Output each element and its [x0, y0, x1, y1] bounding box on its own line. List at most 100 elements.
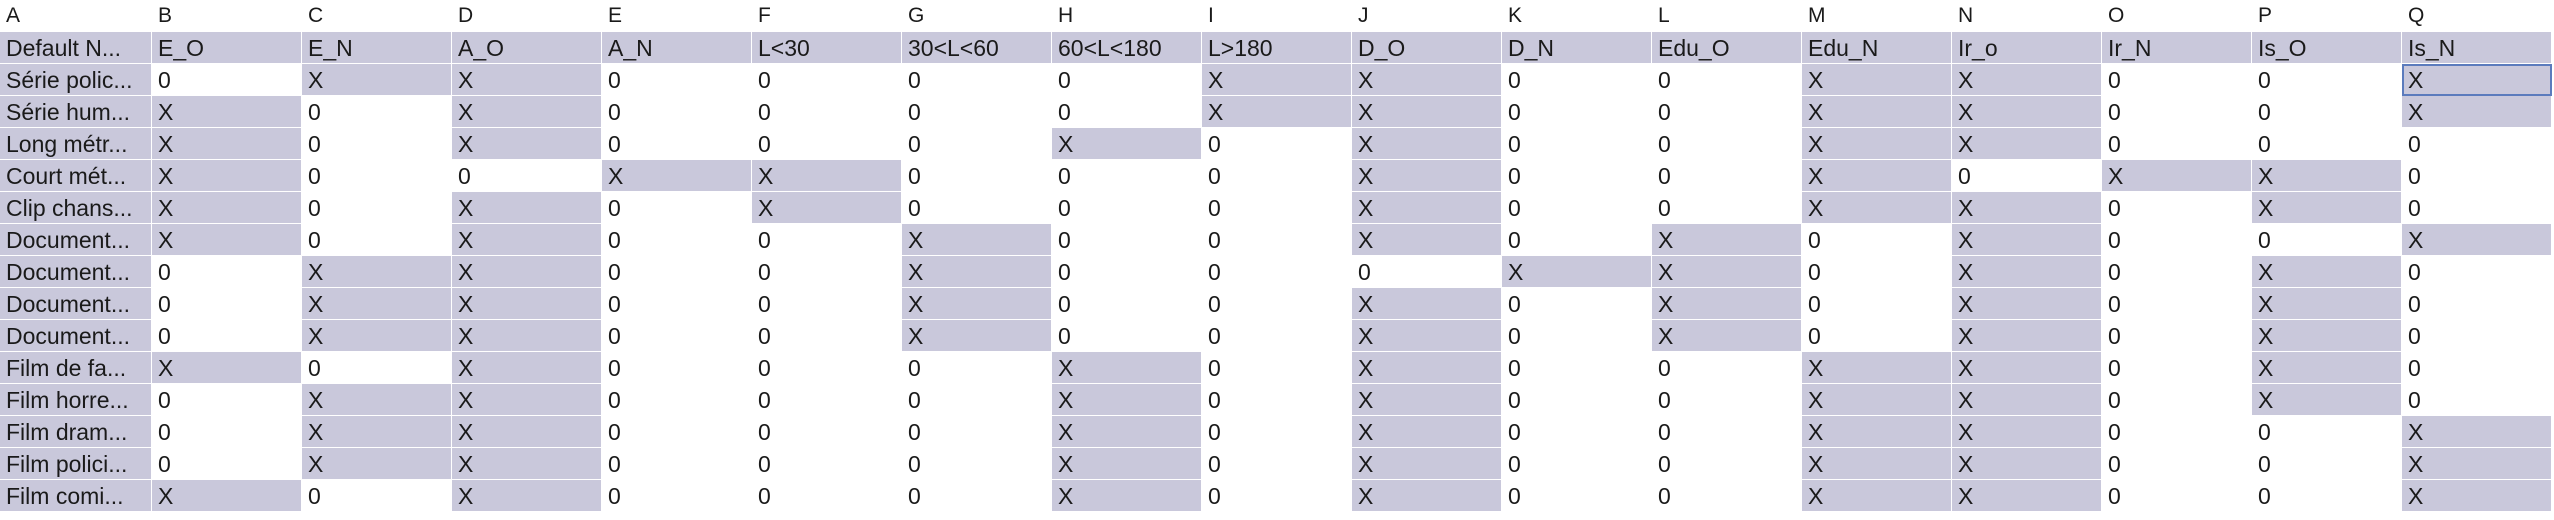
- data-cell[interactable]: X: [2252, 192, 2402, 224]
- data-cell[interactable]: X: [452, 480, 602, 512]
- data-cell[interactable]: 0: [1952, 160, 2102, 192]
- data-cell[interactable]: 0: [602, 224, 752, 256]
- data-cell[interactable]: 0: [152, 64, 302, 96]
- data-cell[interactable]: X: [302, 288, 452, 320]
- data-cell[interactable]: X: [452, 192, 602, 224]
- data-cell[interactable]: X: [1352, 64, 1502, 96]
- data-cell[interactable]: 0: [1052, 64, 1202, 96]
- data-cell[interactable]: X: [1952, 192, 2102, 224]
- corner-label-cell[interactable]: Default N...: [0, 32, 152, 64]
- header-label-cell[interactable]: A_O: [452, 32, 602, 64]
- data-cell[interactable]: X: [602, 160, 752, 192]
- data-cell[interactable]: 0: [902, 128, 1052, 160]
- data-cell[interactable]: 0: [2252, 224, 2402, 256]
- data-cell[interactable]: 0: [1202, 416, 1352, 448]
- data-cell[interactable]: 0: [1502, 128, 1652, 160]
- data-cell[interactable]: 0: [902, 64, 1052, 96]
- data-cell[interactable]: 0: [902, 352, 1052, 384]
- data-cell[interactable]: 0: [1652, 160, 1802, 192]
- data-cell[interactable]: 0: [752, 96, 902, 128]
- data-cell[interactable]: 0: [1052, 224, 1202, 256]
- data-cell[interactable]: 0: [752, 256, 902, 288]
- data-cell[interactable]: 0: [2252, 64, 2402, 96]
- header-label-cell[interactable]: L<30: [752, 32, 902, 64]
- data-cell[interactable]: 0: [152, 384, 302, 416]
- row-label-cell[interactable]: Clip chans...: [0, 192, 152, 224]
- data-cell[interactable]: 0: [452, 160, 602, 192]
- data-cell[interactable]: X: [1202, 64, 1352, 96]
- data-cell[interactable]: X: [452, 352, 602, 384]
- data-cell[interactable]: 0: [2402, 256, 2552, 288]
- data-cell[interactable]: 0: [2102, 480, 2252, 512]
- column-header-a[interactable]: A: [0, 0, 152, 32]
- data-cell[interactable]: 0: [602, 320, 752, 352]
- data-cell[interactable]: 0: [1052, 256, 1202, 288]
- data-cell[interactable]: 0: [602, 448, 752, 480]
- data-cell[interactable]: X: [1802, 448, 1952, 480]
- row-label-cell[interactable]: Film horre...: [0, 384, 152, 416]
- row-label-cell[interactable]: Document...: [0, 288, 152, 320]
- data-cell[interactable]: 0: [902, 96, 1052, 128]
- data-cell[interactable]: X: [302, 64, 452, 96]
- row-label-cell[interactable]: Film polici...: [0, 448, 152, 480]
- data-cell[interactable]: 0: [902, 448, 1052, 480]
- data-cell[interactable]: 0: [302, 480, 452, 512]
- data-cell[interactable]: X: [902, 224, 1052, 256]
- data-cell[interactable]: X: [1352, 384, 1502, 416]
- data-cell[interactable]: 0: [2102, 352, 2252, 384]
- data-cell[interactable]: 0: [2102, 256, 2252, 288]
- data-cell[interactable]: 0: [2402, 352, 2552, 384]
- data-cell[interactable]: 0: [2102, 64, 2252, 96]
- data-cell[interactable]: X: [1352, 160, 1502, 192]
- data-cell[interactable]: 0: [302, 96, 452, 128]
- data-cell[interactable]: X: [2402, 448, 2552, 480]
- data-cell[interactable]: X: [902, 288, 1052, 320]
- data-cell[interactable]: 0: [302, 192, 452, 224]
- data-cell[interactable]: X: [902, 320, 1052, 352]
- data-cell[interactable]: X: [1052, 416, 1202, 448]
- data-cell[interactable]: X: [1652, 288, 1802, 320]
- data-cell[interactable]: 0: [2402, 320, 2552, 352]
- data-cell[interactable]: X: [152, 160, 302, 192]
- data-cell[interactable]: X: [1952, 352, 2102, 384]
- data-cell[interactable]: 0: [1202, 288, 1352, 320]
- data-cell[interactable]: 0: [2102, 448, 2252, 480]
- data-cell[interactable]: X: [1952, 416, 2102, 448]
- data-cell[interactable]: X: [1052, 384, 1202, 416]
- data-cell[interactable]: 0: [1052, 320, 1202, 352]
- data-cell[interactable]: X: [902, 256, 1052, 288]
- column-header-e[interactable]: E: [602, 0, 752, 32]
- data-cell[interactable]: 0: [1052, 96, 1202, 128]
- data-cell[interactable]: 0: [302, 224, 452, 256]
- data-cell[interactable]: 0: [752, 416, 902, 448]
- data-cell[interactable]: 0: [2102, 192, 2252, 224]
- data-cell[interactable]: 0: [602, 128, 752, 160]
- data-cell[interactable]: 0: [752, 320, 902, 352]
- data-cell[interactable]: 0: [2252, 128, 2402, 160]
- data-cell[interactable]: 0: [1802, 256, 1952, 288]
- column-header-b[interactable]: B: [152, 0, 302, 32]
- data-cell[interactable]: X: [1802, 128, 1952, 160]
- data-cell[interactable]: X: [152, 192, 302, 224]
- data-cell[interactable]: X: [1802, 384, 1952, 416]
- data-cell[interactable]: 0: [1202, 384, 1352, 416]
- data-cell[interactable]: X: [1952, 64, 2102, 96]
- data-cell[interactable]: X: [1052, 448, 1202, 480]
- data-cell[interactable]: X: [1802, 64, 1952, 96]
- data-cell[interactable]: X: [2402, 480, 2552, 512]
- data-cell[interactable]: X: [2252, 384, 2402, 416]
- data-cell[interactable]: 0: [1502, 480, 1652, 512]
- data-cell[interactable]: 0: [1352, 256, 1502, 288]
- column-header-n[interactable]: N: [1952, 0, 2102, 32]
- column-header-d[interactable]: D: [452, 0, 602, 32]
- data-cell[interactable]: 0: [2402, 160, 2552, 192]
- header-label-cell[interactable]: Is_O: [2252, 32, 2402, 64]
- data-cell[interactable]: 0: [1202, 224, 1352, 256]
- header-label-cell[interactable]: D_N: [1502, 32, 1652, 64]
- data-cell[interactable]: 0: [152, 320, 302, 352]
- column-header-q[interactable]: Q: [2402, 0, 2552, 32]
- data-cell[interactable]: X: [302, 416, 452, 448]
- data-cell[interactable]: 0: [152, 448, 302, 480]
- header-label-cell[interactable]: Edu_O: [1652, 32, 1802, 64]
- header-label-cell[interactable]: L>180: [1202, 32, 1352, 64]
